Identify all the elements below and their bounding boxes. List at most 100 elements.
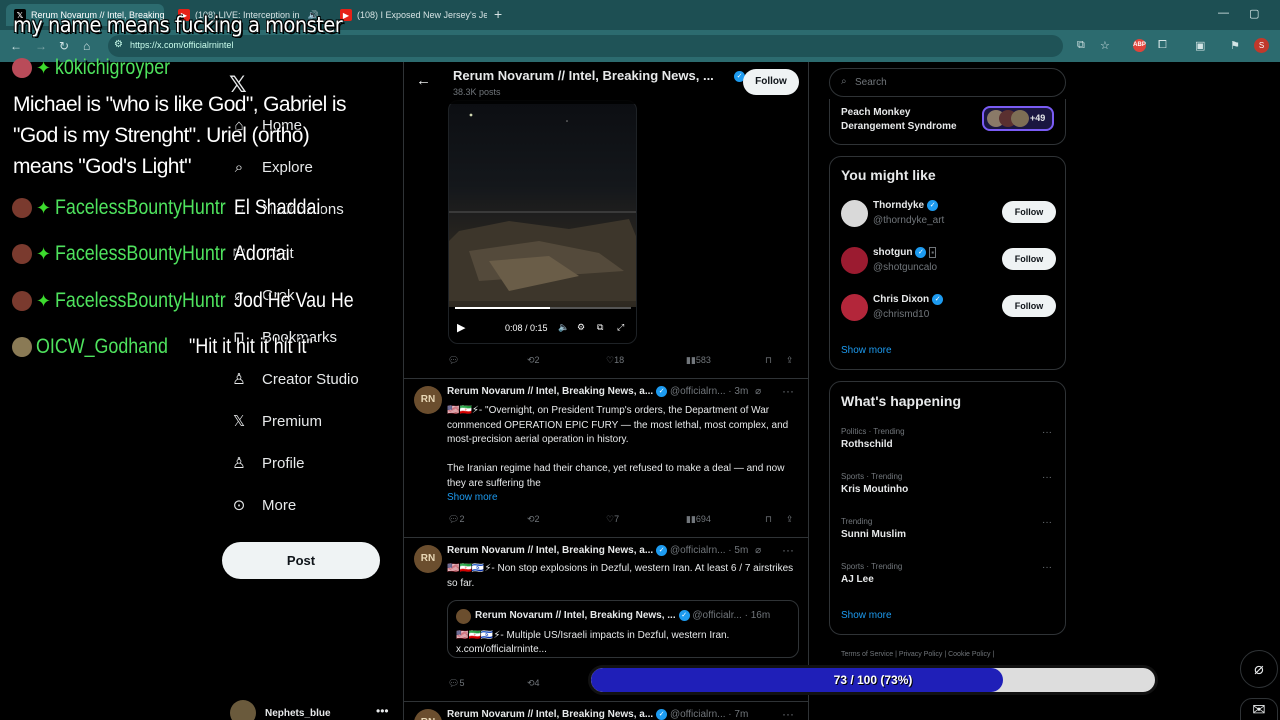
post-count: 38.3K posts [453, 87, 501, 97]
bookmark-icon[interactable]: ⊓ [765, 514, 772, 525]
user-name[interactable]: shotgun ✓ ▪ [873, 247, 937, 259]
verified-badge-icon: ✓ [656, 545, 668, 556]
settings-gear-icon[interactable]: ⚙ [577, 322, 585, 333]
more-dots-icon[interactable]: ••• [376, 704, 389, 718]
tweet[interactable]: RN Rerum Novarum // Intel, Breaking News… [404, 701, 808, 720]
show-more-link[interactable]: Show more [841, 345, 892, 356]
reply-button[interactable]: 💬︎ 5 [448, 678, 464, 689]
views-button[interactable]: ▮▮ 694 [686, 514, 711, 525]
quoted-tweet[interactable]: Rerum Novarum // Intel, Breaking News, .… [447, 600, 799, 658]
grok-analyze-icon[interactable]: ⌀ [755, 545, 761, 556]
author-handle[interactable]: @officialrn... [670, 545, 726, 556]
sidebar-item-premium[interactable]: 𝕏 Premium [230, 412, 322, 431]
views-button[interactable]: ▮▮ 583 [686, 355, 711, 366]
reply-icon[interactable]: 💬︎ [448, 355, 459, 366]
video-player[interactable]: ▶ 0:08 / 0:15 🔈 ⚙ ⧉ ⤢ [448, 100, 637, 344]
more-dots-icon[interactable]: ··· [1042, 517, 1052, 528]
follow-button[interactable]: Follow [743, 69, 799, 95]
maximize-icon[interactable]: ▢ [1249, 7, 1259, 20]
pip-icon[interactable]: ⧉ [597, 322, 603, 333]
suggested-user[interactable]: shotgun ✓ ▪ @shotguncalo Follow [841, 245, 1056, 279]
follow-button[interactable]: Follow [1002, 201, 1056, 223]
bookmark-icon[interactable]: ⊓ [765, 355, 772, 366]
tweet-time[interactable]: · 3m [728, 386, 748, 397]
footer-links[interactable]: Terms of Service | Privacy Policy | Cook… [841, 651, 994, 658]
reply-button[interactable]: 💬︎ 2 [448, 514, 464, 525]
messages-fab-icon[interactable]: ✉ [1240, 698, 1278, 720]
more-dots-icon[interactable]: ··· [782, 384, 794, 398]
show-more-link[interactable]: Show more [841, 610, 892, 621]
user-name[interactable]: Chris Dixon ✓ [873, 294, 944, 305]
share-icon[interactable]: ⇪ [786, 514, 794, 525]
install-app-icon[interactable]: ⧉ [1077, 39, 1085, 52]
author-name[interactable]: Rerum Novarum // Intel, Breaking News, a… [447, 709, 653, 720]
search-input[interactable]: ⌕ Search [829, 68, 1066, 97]
url-bar[interactable]: ⚙ https://x.com/officialrnintel [108, 35, 1063, 57]
tweet-time[interactable]: · 5m [728, 545, 748, 556]
back-icon[interactable]: ← [10, 39, 22, 53]
community-members-pill[interactable]: +49 [982, 106, 1054, 131]
minimize-icon[interactable]: — [1218, 7, 1229, 19]
avatar[interactable]: RN [414, 386, 442, 414]
new-tab-button[interactable]: + [494, 6, 502, 22]
like-button[interactable]: ♡ 18 [606, 355, 624, 366]
browser-tab[interactable]: ▶ (108) I Exposed New Jersey's Je ✕ [332, 4, 487, 26]
forward-icon[interactable]: → [35, 39, 47, 53]
like-button[interactable]: ♡ 7 [606, 514, 619, 525]
follow-button[interactable]: Follow [1002, 248, 1056, 270]
grok-fab-icon[interactable]: ⌀ [1240, 650, 1278, 688]
author-name[interactable]: Rerum Novarum // Intel, Breaking News, a… [447, 386, 653, 397]
more-dots-icon[interactable]: ··· [782, 543, 794, 557]
account-switcher[interactable]: Nephets_blue ••• [230, 700, 389, 720]
trend-item[interactable]: Sports · Trending Kris Moutinho ··· [841, 472, 1056, 495]
video-progress-bar[interactable] [455, 307, 631, 309]
repost-button[interactable]: ⟲ 2 [527, 514, 540, 525]
avatar[interactable]: RN [414, 545, 442, 573]
bookmark-star-icon[interactable]: ☆ [1100, 39, 1110, 52]
trend-item[interactable]: Trending Sunni Muslim ··· [841, 517, 1056, 540]
tweet[interactable]: RN Rerum Novarum // Intel, Breaking News… [404, 378, 808, 536]
tweet-time[interactable]: · 7m [728, 709, 748, 720]
author-name[interactable]: Rerum Novarum // Intel, Breaking News, a… [447, 545, 653, 556]
avatar[interactable]: RN [414, 709, 442, 720]
suggested-user[interactable]: Chris Dixon ✓ @chrismd10 Follow [841, 292, 1056, 326]
trend-title: AJ Lee [841, 574, 874, 585]
avatar[interactable] [841, 200, 868, 227]
post-button[interactable]: Post [222, 542, 380, 579]
trend-item[interactable]: Sports · Trending AJ Lee ··· [841, 562, 1056, 585]
settings-icon[interactable]: ⚑ [1230, 39, 1240, 52]
sidebar-toggle-icon[interactable]: ▣ [1195, 39, 1205, 52]
adblock-icon[interactable]: ABP [1133, 39, 1146, 52]
trend-item[interactable]: Politics · Trending Rothschild ··· [841, 427, 1056, 450]
sidebar-item-more[interactable]: ⊙ More [230, 496, 296, 515]
avatar[interactable] [841, 294, 868, 321]
more-dots-icon[interactable]: ··· [1042, 472, 1052, 483]
volume-icon[interactable]: 🔈 [558, 322, 569, 333]
sidebar-item-creator-studio[interactable]: ♙ Creator Studio [230, 370, 358, 389]
extensions-icon[interactable]: ⧠ [1158, 39, 1167, 52]
more-dots-icon[interactable]: ··· [1042, 562, 1052, 573]
share-icon[interactable]: ⇪ [786, 355, 794, 366]
follow-button[interactable]: Follow [1002, 295, 1056, 317]
more-dots-icon[interactable]: ··· [782, 707, 794, 720]
site-info-icon[interactable]: ⚙ [114, 39, 123, 50]
suggested-user[interactable]: Thorndyke ✓ @thorndyke_art Follow [841, 198, 1056, 232]
back-arrow-icon[interactable]: ← [416, 72, 431, 89]
repost-button[interactable]: ⟲ 2 [527, 355, 540, 366]
home-icon[interactable]: ⌂ [83, 39, 90, 53]
reload-icon[interactable]: ↻ [59, 39, 69, 53]
author-handle[interactable]: @officialrn... [670, 709, 726, 720]
profile-avatar[interactable]: S [1254, 38, 1269, 53]
fullscreen-icon[interactable]: ⤢ [617, 322, 624, 333]
more-dots-icon[interactable]: ··· [1042, 427, 1052, 438]
community-name[interactable]: Peach Monkey Derangement Syndrome [841, 106, 971, 134]
repost-button[interactable]: ⟲ 4 [527, 678, 540, 689]
user-handle: @chrismd10 [873, 309, 930, 320]
author-handle[interactable]: @officialrn... [670, 386, 726, 397]
avatar[interactable] [841, 247, 868, 274]
user-name[interactable]: Thorndyke ✓ [873, 200, 939, 211]
play-icon[interactable]: ▶ [457, 321, 465, 334]
show-more-link[interactable]: Show more [447, 492, 498, 503]
sidebar-item-profile[interactable]: ♙ Profile [230, 454, 304, 473]
grok-analyze-icon[interactable]: ⌀ [755, 386, 761, 397]
